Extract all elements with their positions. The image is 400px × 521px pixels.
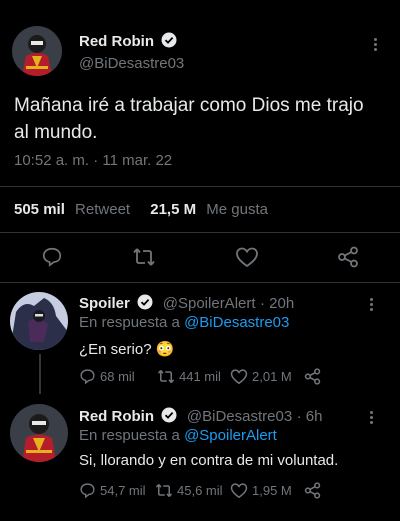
reply-2-time[interactable]: · 6h: [297, 408, 323, 425]
retweet-icon: [157, 370, 175, 383]
handle[interactable]: @BiDesastre03: [79, 55, 184, 72]
divider: [0, 232, 400, 233]
more-options-icon[interactable]: [374, 36, 378, 53]
avatar-red-robin[interactable]: [12, 26, 62, 76]
retweets-count[interactable]: 505 mil: [14, 201, 65, 218]
reply-to-mention[interactable]: @BiDesastre03: [184, 314, 289, 331]
reply-prefix: En respuesta a: [79, 427, 180, 444]
share-icon[interactable]: [304, 482, 321, 499]
like-count: 1,95 M: [252, 483, 292, 498]
tweet-text-line-1: Mañana iré a trabajar como Dios me trajo: [14, 95, 364, 116]
like-count: 2,01 M: [252, 369, 292, 384]
retweet-count: 441 mil: [179, 369, 221, 384]
reply-1-retweets[interactable]: 441 mil: [157, 368, 221, 385]
avatar-red-robin[interactable]: [10, 404, 68, 462]
share-icon[interactable]: [304, 368, 321, 385]
reply-1-likes[interactable]: 2,01 M: [230, 368, 292, 385]
share-icon[interactable]: [337, 246, 359, 268]
reply-1-author-row: Spoiler @SpoilerAlert · 20h: [79, 294, 294, 315]
reply-1-display-name[interactable]: Spoiler: [79, 295, 130, 312]
more-options-icon[interactable]: [370, 296, 374, 313]
like-icon[interactable]: [235, 246, 259, 268]
verified-badge-icon: [161, 32, 177, 53]
reply-1-replies[interactable]: 68 mil: [79, 368, 135, 385]
retweets-label[interactable]: Retweet: [75, 201, 130, 218]
reply-prefix: En respuesta a: [79, 314, 180, 331]
reply-2-author-row: Red Robin @BiDesastre03 · 6h: [79, 407, 323, 428]
reply-1-handle[interactable]: @SpoilerAlert: [163, 295, 256, 312]
engagement-stats: 505 mil Retweet 21,5 M Me gusta: [14, 201, 268, 218]
display-name[interactable]: Red Robin: [79, 33, 154, 50]
retweet-icon: [155, 484, 173, 497]
reply-icon: [80, 369, 95, 385]
verified-badge-icon: [137, 294, 153, 315]
reply-2-retweets[interactable]: 45,6 mil: [155, 482, 223, 499]
retweet-count: 45,6 mil: [177, 483, 223, 498]
reply-count: 68 mil: [100, 369, 135, 384]
tweet-text: Mañana iré a trabajar como Dios me trajo…: [14, 92, 364, 146]
more-options-icon[interactable]: [370, 409, 374, 426]
verified-badge-icon: [161, 407, 177, 428]
reply-1-time[interactable]: · 20h: [260, 295, 294, 312]
reply-2-in-reply-to: En respuesta a @SpoilerAlert: [79, 427, 277, 444]
like-icon: [230, 483, 248, 499]
author-row: Red Robin: [79, 32, 177, 53]
reply-2-replies[interactable]: 54,7 mil: [79, 482, 146, 499]
tweet-timestamp[interactable]: 10:52 a. m. · 11 mar. 22: [14, 152, 172, 169]
thread-line: [39, 354, 41, 394]
like-icon: [230, 369, 248, 385]
likes-count[interactable]: 21,5 M: [150, 201, 196, 218]
divider: [0, 282, 400, 283]
reply-icon: [80, 483, 95, 499]
reply-icon[interactable]: [41, 246, 63, 268]
tweet-text-line-2: al mundo.: [14, 122, 98, 143]
reply-2-text: Si, llorando y en contra de mi voluntad.: [79, 452, 339, 469]
reply-1-in-reply-to: En respuesta a @BiDesastre03: [79, 314, 289, 331]
reply-2-display-name[interactable]: Red Robin: [79, 408, 154, 425]
avatar-spoiler[interactable]: [10, 292, 68, 350]
reply-to-mention[interactable]: @SpoilerAlert: [184, 427, 277, 444]
reply-2-handle[interactable]: @BiDesastre03: [187, 408, 292, 425]
likes-label[interactable]: Me gusta: [206, 201, 268, 218]
retweet-icon[interactable]: [132, 246, 156, 268]
reply-count: 54,7 mil: [100, 483, 146, 498]
reply-1-text: ¿En serio? 😳: [79, 341, 175, 358]
reply-2-likes[interactable]: 1,95 M: [230, 482, 292, 499]
divider: [0, 186, 400, 187]
